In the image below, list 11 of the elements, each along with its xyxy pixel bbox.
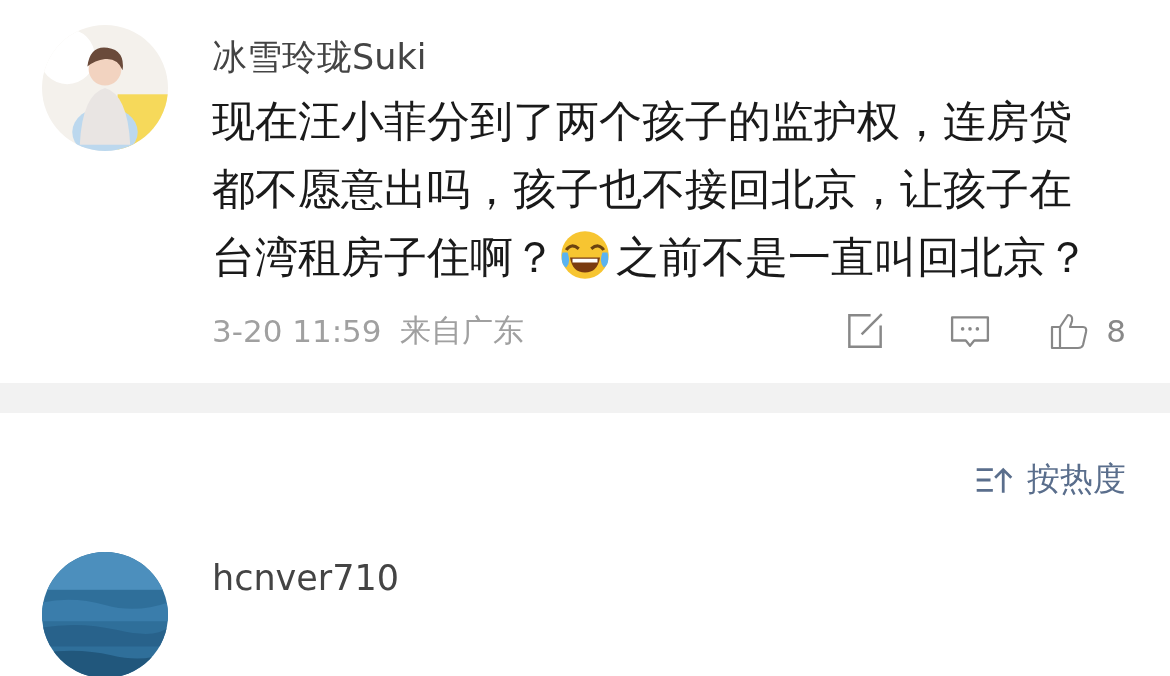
comment-icon[interactable] [950,314,991,348]
comment-text: 现在汪小菲分到了两个孩子的监护权，连房贷都不愿意出吗，孩子也不接回北京，让孩子在台湾租房子住啊？ 之前不是一直叫回北京？ [212,95,1090,284]
laughing-emoji-icon [560,230,610,280]
username[interactable]: hcnver710 [212,548,400,608]
thumbs-up-icon[interactable] [1050,312,1089,350]
comment-time: 3-20 11:59 [212,313,382,349]
username[interactable]: 冰雪玲珑Suki [212,27,1126,87]
comment-location: 来自广东 [399,311,524,350]
like-count: 8 [1106,313,1126,349]
edit-icon[interactable] [846,312,885,350]
sort-button[interactable]: 按热度 [975,457,1126,502]
